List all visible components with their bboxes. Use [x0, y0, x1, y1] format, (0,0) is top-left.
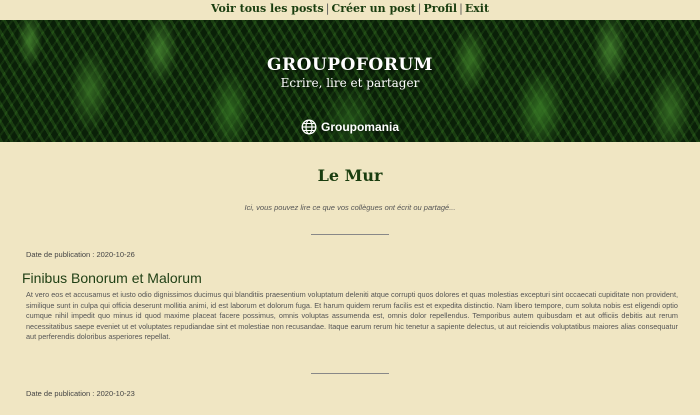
- nav-separator: |: [325, 2, 330, 15]
- post-body: At vero eos et accusamus et iusto odio d…: [26, 290, 678, 341]
- brand-name: Groupomania: [320, 120, 399, 134]
- post-title[interactable]: Finibus Bonorum et Malorum: [22, 269, 678, 287]
- page-title: Le Mur: [317, 166, 383, 185]
- site-title: GROUPOFORUM: [266, 55, 434, 75]
- nav-link-exit[interactable]: Exit: [465, 2, 489, 15]
- nav-link-create-post[interactable]: Créer un post: [331, 2, 415, 15]
- page-intro: Ici, vous pouvez lire ce que vos collègu…: [244, 203, 456, 212]
- post-date: Date de publication : 2020-10-26: [26, 250, 135, 259]
- post-item: Date de publication : 2020-10-26 Finibus…: [0, 250, 700, 343]
- nav-link-profile[interactable]: Profil: [424, 2, 458, 15]
- top-navigation: Voir tous les posts | Créer un post | Profil…: [0, 0, 700, 20]
- divider: [311, 234, 389, 235]
- nav-link-all-posts[interactable]: Voir tous les posts: [211, 2, 324, 15]
- nav-separator: |: [459, 2, 463, 15]
- post-item: Date de publication : 2020-10-23: [0, 389, 700, 398]
- nav-separator: |: [417, 2, 422, 15]
- divider: [311, 372, 389, 374]
- globe-icon: [301, 119, 317, 135]
- header-banner: GROUPOFORUM Ecrire, lire et partager Gro…: [0, 20, 700, 142]
- site-subtitle: Ecrire, lire et partager: [280, 76, 420, 90]
- brand-logo: Groupomania: [0, 119, 700, 135]
- post-date: Date de publication : 2020-10-23: [26, 388, 135, 398]
